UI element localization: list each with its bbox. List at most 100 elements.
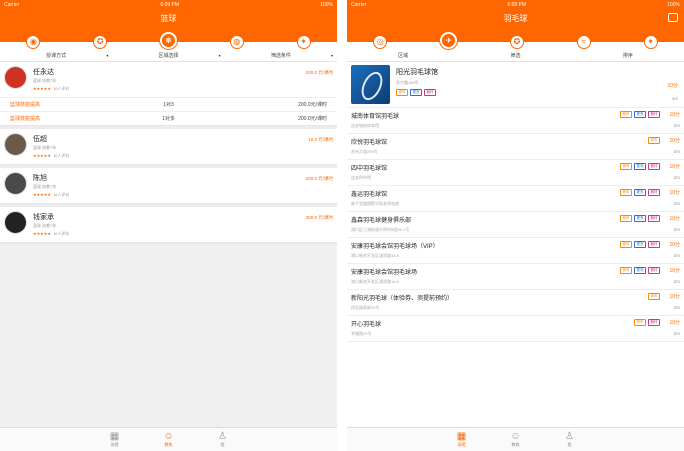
amenity-tag: 更衣 xyxy=(634,267,646,274)
runner-icon[interactable]: ✦ xyxy=(643,35,658,49)
venue-row[interactable]: 安康羽毛球会馆羽毛球场 浦口新房开发区浦滨路16-5 停车 更衣 器材 10分 2m xyxy=(347,264,684,290)
filter-dropdown[interactable]: 授课方式 ▾ xyxy=(0,50,112,61)
volleyball-icon[interactable]: ◍ xyxy=(229,35,244,49)
filter-label: 筛选条件 xyxy=(270,53,291,59)
amenity-tag: 更衣 xyxy=(634,163,646,170)
amenity-tag: 停车 xyxy=(620,241,632,248)
amenity-tag: 停车 xyxy=(620,215,632,222)
chevron-down-icon: ▾ xyxy=(330,53,333,58)
swimming-icon[interactable]: ≈ xyxy=(576,35,591,49)
filter-dropdown[interactable]: 区域选择 ▾ xyxy=(112,50,224,61)
amenity-tag: 器材 xyxy=(648,111,660,118)
filter-dropdown[interactable]: 区域 xyxy=(347,50,459,61)
venue-address: 苏州大道259号 xyxy=(351,149,378,154)
venue-distance: 2m xyxy=(673,253,680,258)
tab-users[interactable]: ☺ 教练 xyxy=(157,428,181,451)
tab-label: 我 xyxy=(220,442,225,447)
venue-address: 幸福路20号 xyxy=(351,331,372,336)
target-icon[interactable]: ◎ xyxy=(373,35,388,49)
nav-bar: 羽毛球 xyxy=(347,9,684,28)
venue-distance: 2m xyxy=(673,279,680,284)
coach-info: 钱家承 篮球 执教7年 ★★★★★ 10人评价 xyxy=(33,211,306,237)
venue-row[interactable]: 安康羽毛球会馆羽毛球场（VIP） 浦口新房开发区浦滨路16-5 停车 更衣 器材 10分 2… xyxy=(347,238,684,264)
coach-info: 陈旭 篮球 执教7年 ★★★★★ 10人评价 xyxy=(33,172,306,198)
star-icon: ★★★★★ xyxy=(33,153,51,158)
amenity-tag: 停车 xyxy=(620,111,632,118)
soccer-icon[interactable]: ✪ xyxy=(93,35,108,49)
basketball-icon[interactable]: ❋ xyxy=(159,32,177,49)
coach-subtitle: 篮球 执教7年 xyxy=(33,145,57,150)
review-count: 10人评价 xyxy=(52,192,70,197)
amenity-tag: 器材 xyxy=(648,189,660,196)
venue-row[interactable]: 鑫运羽毛球馆 新千里路隔壁对面老师电商 停车 更衣 器材 10分 2m xyxy=(347,186,684,212)
venue-score: 10分 xyxy=(669,190,680,196)
venue-score: 10分 xyxy=(669,268,680,274)
amenity-tag: 停车 xyxy=(634,319,646,326)
venue-thumbnail xyxy=(351,65,390,104)
course-row[interactable]: 篮球技能提高 1对多 200.0元/课时 xyxy=(0,111,337,125)
badminton-icon[interactable]: ✈ xyxy=(440,32,458,49)
venue-name: 开心羽毛球 xyxy=(351,322,382,328)
course-type: 1对多 xyxy=(162,116,175,122)
coach-price: 10.0 元/课时 xyxy=(308,137,333,142)
status-bar: Carrier 6:09 PM 100% xyxy=(347,0,684,9)
venue-row[interactable]: 开心羽毛球 幸福路20号 停车 器材 10分 2m xyxy=(347,316,684,342)
grid-icon: ▦ xyxy=(109,431,120,442)
list-separator xyxy=(0,243,337,246)
course-price: 200.0元/课时 xyxy=(298,116,328,122)
coach-card[interactable]: 陈旭 篮球 执教7年 ★★★★★ 10人评价 200.0 元/课时 xyxy=(0,168,337,204)
coach-card[interactable]: 任永达 篮球 执教7年 ★★★★★ 10人评价 200.0 元/课时 篮球技能提高 1对3 2… xyxy=(0,62,337,126)
carrier-label: Carrier xyxy=(351,1,367,8)
review-count: 10人评价 xyxy=(52,153,70,158)
tab-users[interactable]: ☺ 教练 xyxy=(504,428,528,451)
amenity-tag: 器材 xyxy=(648,215,660,222)
coach-name: 任永达 xyxy=(33,69,54,76)
filter-dropdown[interactable]: 筛选条件 ▾ xyxy=(225,50,337,61)
venue-address: 新千里路隔壁对面老师电商 xyxy=(351,201,399,206)
runner-icon[interactable]: ✦ xyxy=(296,35,311,49)
coach-name: 伍超 xyxy=(33,136,47,143)
venue-name: 欣悦羽毛球馆 xyxy=(351,140,388,146)
venue-tags: 停车 器材 xyxy=(634,319,660,326)
coach-price: 300.0 元/课时 xyxy=(305,215,333,220)
filter-label: 授课方式 xyxy=(46,53,67,59)
venue-row[interactable]: 鑫森羽毛球健身俱乐部 浦口区江浦街道光明村8组68-1号 停车 更衣 器材 10分 2m xyxy=(347,212,684,238)
soccer-icon[interactable]: ✪ xyxy=(509,35,524,49)
page-title: 篮球 xyxy=(160,14,177,23)
star-icon: ★★★★★ xyxy=(33,231,51,236)
amenity-tag: 更衣 xyxy=(634,111,646,118)
star-icon: ★★★★★ xyxy=(33,192,51,197)
tab-person[interactable]: ♙ 我 xyxy=(211,428,235,451)
filter-dropdown[interactable]: 筛选 xyxy=(459,50,571,61)
venue-name: 阳光羽毛球馆 xyxy=(396,69,438,76)
venue-row[interactable]: 城南体育馆羽毛球 连安城南体育馆 停车 更衣 器材 10分 2m xyxy=(347,108,684,134)
filter-dropdown[interactable]: 排序 xyxy=(572,50,684,61)
avatar xyxy=(4,211,27,234)
venue-row[interactable]: 新阳光羽毛球（体验券、须提前预约） 桥北路高新20号 停车 10分 2m xyxy=(347,290,684,316)
featured-venue[interactable]: 阳光羽毛球馆 华宁路190号 停车 更衣 器材 10分 1m xyxy=(347,62,684,108)
amenity-tag: 停车 xyxy=(648,293,660,300)
coach-card[interactable]: 伍超篮球 执教7年 ★★★★★ 10人评价 10.0 元/课时 xyxy=(0,129,337,165)
amenity-tag: 器材 xyxy=(648,319,660,326)
venue-score: 10分 xyxy=(669,294,680,300)
message-icon[interactable] xyxy=(668,13,678,22)
whistle-icon[interactable]: ◉ xyxy=(26,35,41,49)
coach-card[interactable]: 钱家承 篮球 执教7年 ★★★★★ 10人评价 300.0 元/课时 xyxy=(0,207,337,243)
amenity-tag: 停车 xyxy=(620,267,632,274)
rating: ★★★★★ 10人评价 xyxy=(33,153,308,159)
tab-person[interactable]: ♙ 我 xyxy=(558,428,582,451)
course-name: 篮球技能提高 xyxy=(10,116,41,122)
venue-row[interactable]: 四中羽毛球馆 连安四中馆 停车 更衣 器材 10分 2m xyxy=(347,160,684,186)
venue-distance: 2m xyxy=(673,123,680,128)
chevron-down-icon: ▾ xyxy=(218,53,221,58)
category-bar: ◎ ✈ ✪ ≈ ✦ xyxy=(347,28,684,50)
coach-price: 200.0 元/课时 xyxy=(305,70,333,75)
page-title: 羽毛球 xyxy=(503,14,528,23)
venue-score: 10分 xyxy=(669,164,680,170)
tab-label: 场馆 xyxy=(457,442,466,447)
review-count: 10人评价 xyxy=(52,231,70,236)
tab-grid[interactable]: ▦ 场馆 xyxy=(450,428,474,451)
course-row[interactable]: 篮球技能提高 1对3 200.0元/课时 xyxy=(0,97,337,111)
venue-row[interactable]: 欣悦羽毛球馆 苏州大道259号 停车 10分 2m xyxy=(347,134,684,160)
tab-grid[interactable]: ▦ 场馆 xyxy=(103,428,127,451)
